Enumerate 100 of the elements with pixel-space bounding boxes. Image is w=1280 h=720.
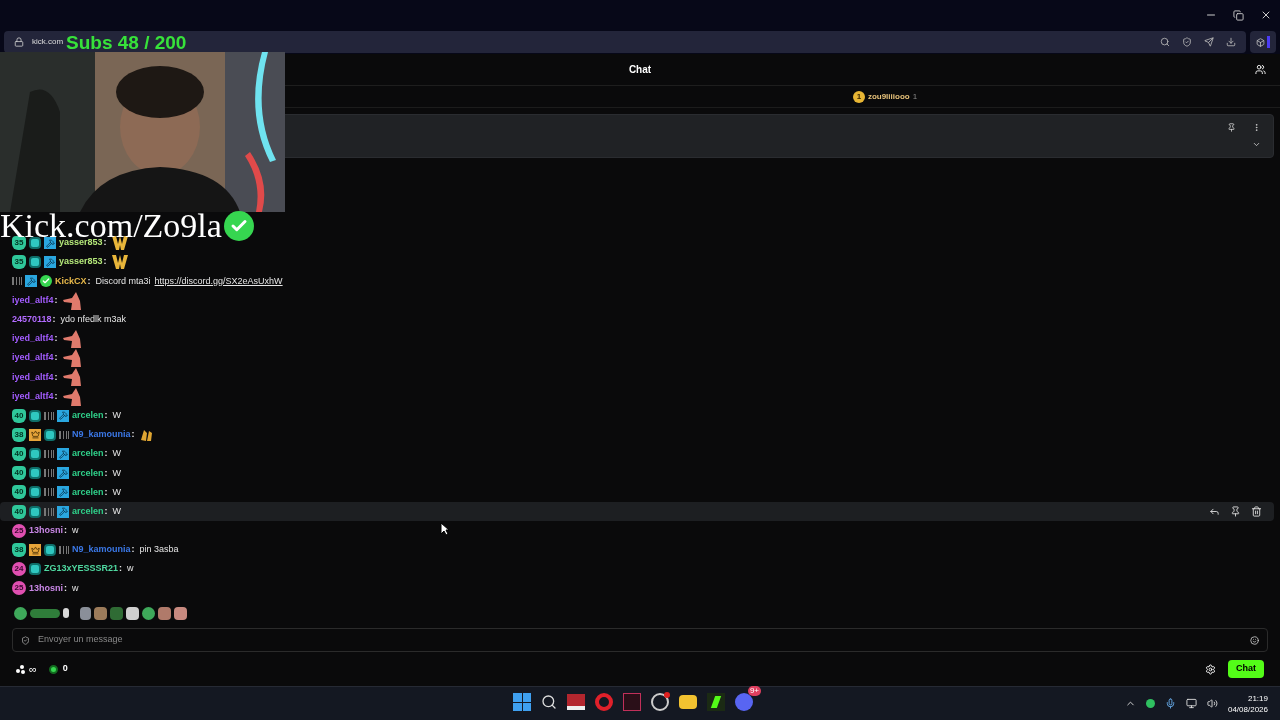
message-input[interactable]: Envoyer un message	[12, 628, 1268, 652]
chat-username[interactable]: 24570118	[12, 313, 52, 327]
subscriber-badge: 25	[12, 581, 26, 596]
network-icon[interactable]	[1185, 698, 1197, 709]
discord-icon[interactable]	[735, 693, 753, 711]
chat-username[interactable]: iyed_altf4	[12, 370, 54, 385]
extension-button[interactable]	[1250, 31, 1276, 53]
emoji-icon[interactable]	[1250, 635, 1259, 645]
restore-icon[interactable]	[1233, 9, 1244, 21]
subscriber-badge: 38	[12, 543, 26, 558]
more-icon[interactable]	[1252, 123, 1261, 132]
hammer-icon	[44, 256, 56, 269]
emote-icon[interactable]	[158, 606, 171, 620]
verified-icon	[40, 275, 52, 288]
expand-icon[interactable]	[1252, 140, 1261, 149]
zoom-icon[interactable]	[1160, 37, 1170, 47]
search-icon[interactable]	[541, 694, 557, 710]
chat-username[interactable]: arcelen	[72, 485, 104, 500]
message-text: Discord mta3i	[95, 274, 151, 288]
chat-username[interactable]: 13hosni	[29, 581, 63, 596]
og-badge-icon	[29, 486, 41, 499]
hammer-icon	[57, 409, 69, 422]
shield-icon	[21, 635, 30, 645]
colon: :	[64, 524, 67, 538]
close-icon[interactable]	[1260, 9, 1272, 21]
chat-username[interactable]: N9_kamounia	[72, 428, 131, 442]
url-text: kick.com	[32, 36, 64, 48]
colon: :	[54, 332, 58, 346]
colon: :	[54, 293, 58, 307]
delete-icon[interactable]	[1251, 506, 1262, 518]
colon: :	[54, 370, 58, 384]
hammer-icon	[57, 467, 69, 480]
notification-badge: 9+	[747, 686, 761, 696]
subscriber-badge: 40	[12, 466, 26, 481]
colon: :	[103, 255, 107, 269]
subscriber-badge: 38	[12, 427, 26, 442]
message-link[interactable]: https://discord.gg/SX2eAsUxhW	[154, 274, 283, 289]
message-text: W	[112, 466, 122, 480]
stripes-icon	[12, 277, 22, 286]
download-icon[interactable]	[1226, 37, 1236, 47]
volume-icon[interactable]	[1206, 698, 1218, 709]
crown-icon	[29, 428, 41, 441]
chat-username[interactable]: iyed_altf4	[12, 293, 54, 308]
chat-username[interactable]: arcelen	[72, 466, 104, 481]
send-icon[interactable]	[1204, 37, 1214, 47]
og-badge-icon	[29, 505, 41, 518]
emote-icon[interactable]	[80, 606, 91, 620]
reply-icon[interactable]	[1209, 506, 1220, 518]
emote-icon[interactable]	[94, 606, 107, 620]
users-icon[interactable]	[1255, 64, 1266, 75]
chat-message-hovered[interactable]: 40 arcelen: W	[0, 502, 1274, 522]
verified-icon	[223, 211, 254, 241]
folder-icon[interactable]	[679, 695, 697, 709]
chat-username[interactable]: iyed_altf4	[12, 332, 54, 346]
chat-username[interactable]: arcelen	[72, 504, 104, 519]
leaderboard-username[interactable]: zou9liiiooo	[867, 90, 910, 103]
chat-username[interactable]: yasser853	[59, 255, 103, 269]
mouse-cursor-icon	[440, 522, 450, 536]
chat-username[interactable]: iyed_altf4	[12, 351, 54, 365]
message-text: W	[112, 408, 122, 422]
mixer-app-icon[interactable]	[567, 694, 585, 710]
chat-username[interactable]: 13hosni	[29, 524, 63, 538]
subscriber-badge: 40	[12, 504, 26, 519]
pin-icon[interactable]	[1230, 506, 1241, 518]
windows-start-icon[interactable]	[513, 693, 531, 711]
browser-app-icon[interactable]	[595, 693, 613, 711]
og-badge-icon	[29, 563, 41, 576]
chat-username[interactable]: arcelen	[72, 408, 104, 423]
emote-icon[interactable]	[14, 606, 27, 620]
message-field[interactable]: Envoyer un message	[38, 633, 1242, 647]
emote-icon[interactable]	[63, 608, 69, 618]
colon: :	[119, 562, 123, 576]
shield-icon[interactable]	[1182, 37, 1192, 47]
og-badge-icon	[29, 409, 41, 422]
chat-username[interactable]: yasser853	[59, 236, 103, 250]
clock-time[interactable]: 21:19	[1247, 692, 1268, 704]
og-badge-icon	[29, 448, 41, 461]
emote-icon[interactable]	[142, 606, 155, 620]
gauge-app-icon[interactable]	[651, 693, 669, 711]
colon: :	[52, 313, 56, 327]
dots-icon	[16, 664, 26, 674]
chat-title: Chat	[628, 63, 652, 77]
chat-username[interactable]: iyed_altf4	[12, 389, 54, 404]
rank-badge: 1	[852, 90, 865, 103]
chat-username[interactable]: KickCX	[55, 274, 87, 289]
stripes-icon	[59, 546, 69, 555]
chat-send-button[interactable]: Chat	[1228, 660, 1264, 678]
emote-icon[interactable]	[174, 606, 187, 620]
subscriber-badge: 35	[12, 236, 26, 251]
chat-username[interactable]: N9_kamounia	[72, 543, 131, 557]
colon: :	[104, 466, 108, 480]
microphone-icon[interactable]	[1164, 698, 1176, 709]
chat-username[interactable]: ZG13xYESSSR21	[44, 562, 119, 576]
settings-icon[interactable]	[1205, 663, 1216, 675]
clock-date[interactable]: 04/08/2026	[1227, 703, 1268, 715]
pin-icon[interactable]	[1227, 123, 1236, 132]
hammer-icon	[57, 486, 69, 499]
app-icon[interactable]	[707, 693, 725, 711]
emote-icon[interactable]	[126, 606, 139, 620]
chat-username[interactable]: arcelen	[72, 447, 104, 461]
